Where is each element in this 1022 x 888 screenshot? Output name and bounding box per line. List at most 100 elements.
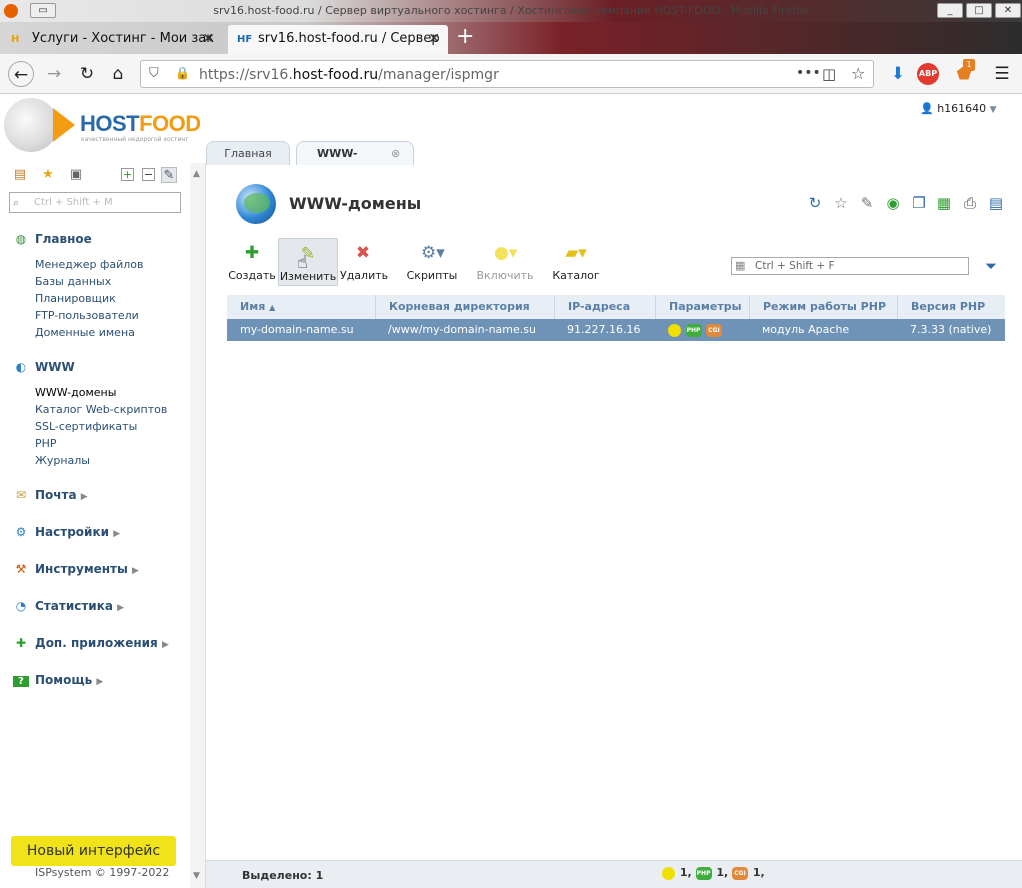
selected-count: Выделено: 1 xyxy=(242,869,324,882)
scroll-down-icon[interactable]: ▼ xyxy=(193,871,200,881)
sidebar-group-main[interactable]: ◍ Главное xyxy=(13,232,92,246)
lock-icon[interactable]: 🔒 xyxy=(175,66,190,80)
create-button[interactable]: ✚ Создать xyxy=(228,238,276,286)
sort-ascending-icon: ▲ xyxy=(269,303,276,312)
sidebar-item-ftp-users[interactable]: FTP-пользователи xyxy=(35,309,139,322)
minimize-button[interactable]: _ xyxy=(937,3,963,18)
url-bar[interactable]: ⛉ 🔒 https://srv16.host-food.ru/manager/i… xyxy=(140,60,874,88)
close-tab-icon[interactable]: ✕ xyxy=(428,25,440,53)
sidebar-group-statistics[interactable]: ◔ Статистика ▶ xyxy=(13,599,124,613)
lightbulb-icon xyxy=(662,866,675,880)
excel-export-icon[interactable]: ▦ xyxy=(935,194,953,212)
sidebar-group-tools[interactable]: ⚒ Инструменты ▶ xyxy=(13,562,139,576)
cell-name: my-domain-name.su xyxy=(240,323,354,336)
logo-arrow-icon xyxy=(53,108,75,142)
logo-tagline: качественный недорогой хостинг xyxy=(81,136,189,143)
close-tab-icon[interactable]: ⊗ xyxy=(391,142,400,165)
sidebar-group-www[interactable]: ◐ WWW xyxy=(13,360,75,374)
print-icon[interactable]: ⎙ xyxy=(961,194,979,212)
browser-tab-server[interactable]: HF srv16.host-food.ru / Сервер ✕ xyxy=(228,25,448,54)
hamburger-menu-icon[interactable]: ☰ xyxy=(989,61,1015,87)
column-header-php-mode[interactable]: Режим работы PHP xyxy=(749,295,897,319)
table-settings-icon[interactable]: ▤ xyxy=(987,194,1005,212)
filter-search-icon: ▦ xyxy=(735,259,746,272)
download-icon[interactable]: ⬇ xyxy=(885,61,911,87)
new-interface-button[interactable]: Новый интерфейс xyxy=(11,836,176,866)
catalog-button[interactable]: ▰▾ Каталог xyxy=(552,238,600,286)
scroll-up-icon[interactable]: ▲ xyxy=(193,169,200,179)
scripts-icon: ⚙▾ xyxy=(421,243,445,263)
table-row[interactable]: my-domain-name.su /www/my-domain-name.su… xyxy=(227,319,1005,341)
home-icon[interactable]: ⌂ xyxy=(105,61,131,87)
column-header-root[interactable]: Корневая директория xyxy=(375,295,554,319)
user-menu[interactable]: 👤 h161640 ▼ xyxy=(920,102,997,115)
shield-icon[interactable]: ⛉ xyxy=(149,66,159,81)
tab-main[interactable]: Главная xyxy=(206,141,290,165)
web-icon[interactable]: ◉ xyxy=(884,194,902,212)
enable-button[interactable]: ●▾ Включить xyxy=(476,238,534,286)
count-php: 1, xyxy=(716,866,729,879)
pocket-icon[interactable]: ◫ xyxy=(822,65,836,83)
forward-icon[interactable]: → xyxy=(41,61,67,87)
cgi-badge-icon: CGI xyxy=(732,866,749,880)
window-menu-button[interactable]: ▭ xyxy=(30,3,56,18)
sidebar-item-domain-names[interactable]: Доменные имена xyxy=(35,326,135,339)
column-header-params[interactable]: Параметры xyxy=(655,295,749,319)
column-header-ip[interactable]: IP-адреса xyxy=(554,295,655,319)
filter-funnel-icon[interactable]: ⏷ xyxy=(985,257,997,275)
chevron-down-icon: ▼ xyxy=(989,105,997,115)
sidebar-search-input[interactable]: Ctrl + Shift + M xyxy=(9,192,181,213)
sidebar-item-www-domains[interactable]: WWW-домены xyxy=(35,386,116,399)
bookmark-star-icon[interactable]: ☆ xyxy=(851,64,865,83)
sidebar-scroll-strip[interactable]: ▲ ▼ xyxy=(190,163,206,888)
sidebar-group-settings[interactable]: ⚙ Настройки ▶ xyxy=(13,525,121,539)
delete-button[interactable]: ✖ Удалить xyxy=(340,238,388,286)
sidebar-group-help[interactable]: ? Помощь ▶ xyxy=(13,673,103,687)
filter-input[interactable]: Ctrl + Shift + F xyxy=(731,257,969,275)
sidebar-group-mail[interactable]: ✉ Почта ▶ xyxy=(13,488,88,502)
tree-view-icon[interactable]: ▤ xyxy=(12,167,28,183)
window-title: srv16.host-food.ru / Сервер виртуального… xyxy=(213,4,809,17)
copy-icon[interactable]: ❐ xyxy=(910,194,928,212)
logo[interactable]: HOSTFOOD xyxy=(80,111,201,137)
sidebar-group-addons[interactable]: ✚ Доп. приложения ▶ xyxy=(13,636,169,650)
back-icon[interactable]: ← xyxy=(8,61,34,87)
sidebar-item-ssl[interactable]: SSL-сертификаты xyxy=(35,420,137,433)
briefcase-icon[interactable]: ▣ xyxy=(68,167,84,183)
column-header-php-version[interactable]: Версия PHP xyxy=(897,295,1005,319)
column-header-name[interactable]: Имя ▲ xyxy=(227,295,375,319)
more-actions-icon[interactable]: ••• xyxy=(796,65,821,81)
collapse-all-icon[interactable]: − xyxy=(142,168,155,181)
sidebar-item-php[interactable]: PHP xyxy=(35,437,57,450)
favorites-star-icon[interactable]: ★ xyxy=(40,167,56,183)
adblock-icon[interactable]: ABP xyxy=(917,63,939,85)
sidebar-item-databases[interactable]: Базы данных xyxy=(35,275,111,288)
sidebar-item-scheduler[interactable]: Планировщик xyxy=(35,292,116,305)
url-text[interactable]: https://srv16.host-food.ru/manager/ispmg… xyxy=(199,67,499,83)
chevron-right-icon: ▶ xyxy=(132,566,139,576)
favorite-star-icon[interactable]: ☆ xyxy=(832,194,850,212)
tab-www-domains[interactable]: WWW-домены ⊗ xyxy=(296,141,414,183)
close-button[interactable]: ✕ xyxy=(995,3,1021,18)
chevron-right-icon: ▶ xyxy=(161,640,169,650)
cell-params: PHP CGI xyxy=(655,319,723,341)
scripts-button[interactable]: ⚙▾ Скрипты xyxy=(405,238,459,286)
extension-badge: 1 xyxy=(963,59,975,71)
lightbulb-icon xyxy=(668,323,681,337)
sidebar-item-file-manager[interactable]: Менеджер файлов xyxy=(35,258,144,271)
browser-tab-services[interactable]: H Услуги - Хостинг - Мои зак ✕ xyxy=(2,25,222,54)
edit-button[interactable]: ✎ Изменить xyxy=(278,238,338,286)
mail-icon: ✉ xyxy=(15,488,27,502)
new-tab-icon[interactable]: + xyxy=(456,24,474,50)
cell-php-version: 7.3.33 (native) xyxy=(910,323,992,336)
close-tab-icon[interactable]: ✕ xyxy=(202,25,214,53)
sidebar-item-logs[interactable]: Журналы xyxy=(35,454,90,467)
refresh-icon[interactable]: ↻ xyxy=(806,194,824,212)
hand-cursor-icon: ☝ xyxy=(297,252,308,273)
pin-page-icon[interactable]: ✎ xyxy=(858,194,876,212)
pin-icon[interactable]: ✎ xyxy=(161,167,177,183)
reload-icon[interactable]: ↻ xyxy=(74,61,100,87)
maximize-button[interactable]: □ xyxy=(966,3,992,18)
sidebar-item-web-scripts[interactable]: Каталог Web-скриптов xyxy=(35,403,167,416)
expand-all-icon[interactable]: + xyxy=(121,168,134,181)
